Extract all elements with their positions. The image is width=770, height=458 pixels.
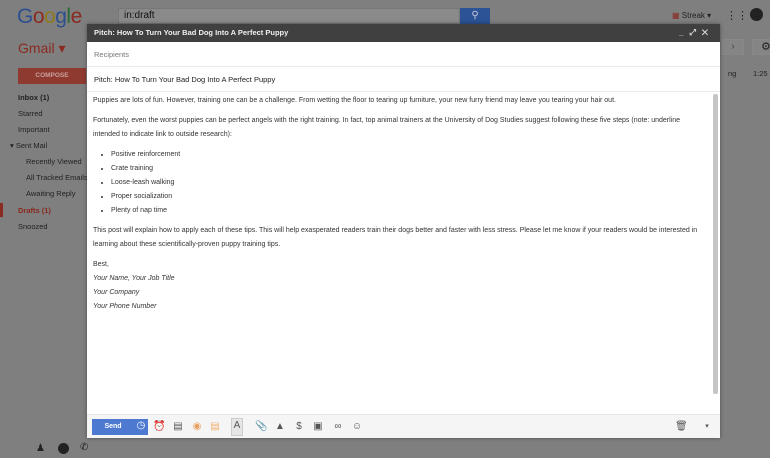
search-icon: ⚲ bbox=[471, 10, 479, 21]
sent-mail-label: Sent Mail bbox=[15, 141, 48, 150]
send-later-clock-icon[interactable]: ◷ bbox=[134, 419, 148, 435]
compose-titlebar[interactable]: Pitch: How To Turn Your Bad Dog Into A P… bbox=[87, 24, 720, 42]
compose-window: Pitch: How To Turn Your Bad Dog Into A P… bbox=[87, 24, 720, 438]
list-item: Positive reinforcement bbox=[111, 148, 708, 162]
template-icon[interactable]: ▤ bbox=[172, 420, 184, 434]
google-logo: Google bbox=[17, 5, 82, 28]
body-paragraph: Fortunately, even the worst puppies can … bbox=[93, 117, 681, 138]
steps-list: Positive reinforcement Crate training Lo… bbox=[111, 148, 708, 218]
avatar[interactable] bbox=[750, 8, 763, 21]
gmail-label: Gmail bbox=[18, 40, 55, 56]
recipients-field[interactable]: Recipients bbox=[87, 42, 720, 67]
signature: Best, Your Name, Your Job Title Your Com… bbox=[93, 258, 708, 314]
closing: Best, bbox=[93, 261, 109, 268]
streak-label: Streak bbox=[681, 11, 705, 20]
search-button[interactable]: ⚲ bbox=[460, 8, 490, 24]
settings-gear-icon[interactable]: ⚙ bbox=[752, 39, 770, 55]
list-item: Plenty of nap time bbox=[111, 204, 708, 218]
contacts-icon[interactable]: ♟ bbox=[36, 443, 45, 454]
link-icon[interactable]: ∞ bbox=[332, 420, 344, 434]
attach-icon[interactable]: 📎 bbox=[255, 420, 267, 434]
body-paragraph: Puppies are lots of fun. However, traini… bbox=[93, 97, 616, 104]
sig-name: Your Name, Your Job Title bbox=[93, 275, 175, 282]
sidebar-item-important[interactable]: Important bbox=[18, 125, 50, 134]
list-item: Crate training bbox=[111, 162, 708, 176]
sig-company: Your Company bbox=[93, 289, 140, 296]
list-item: Loose-leash walking bbox=[111, 176, 708, 190]
body-paragraph: This post will explain how to apply each… bbox=[93, 227, 698, 248]
streak-icon: ▦ bbox=[672, 11, 680, 20]
more-options-icon[interactable]: ▾ bbox=[701, 420, 713, 434]
drive-icon[interactable]: ▲ bbox=[274, 420, 286, 434]
alarm-icon[interactable]: ⏰ bbox=[153, 420, 165, 434]
phone-icon[interactable]: ✆ bbox=[80, 442, 88, 453]
sidebar-item-awaiting-reply[interactable]: Awaiting Reply bbox=[26, 189, 75, 198]
expand-icon[interactable]: ⤢ bbox=[689, 28, 701, 37]
sidebar-item-starred[interactable]: Starred bbox=[18, 109, 43, 118]
list-item: Proper socialization bbox=[111, 190, 708, 204]
compose-title: Pitch: How To Turn Your Bad Dog Into A P… bbox=[94, 28, 289, 37]
photo-icon[interactable]: ▣ bbox=[312, 420, 324, 434]
sidebar-item-sent-mail[interactable]: ▾ Sent Mail bbox=[10, 141, 47, 150]
search-input[interactable]: in:draft bbox=[118, 8, 460, 24]
next-page-button[interactable]: › bbox=[722, 39, 744, 55]
sidebar-item-snoozed[interactable]: Snoozed bbox=[18, 222, 48, 231]
compose-button[interactable]: COMPOSE bbox=[18, 68, 86, 84]
trash-icon[interactable]: 🗑 bbox=[675, 420, 688, 434]
sidebar-item-recently-viewed[interactable]: Recently Viewed bbox=[26, 157, 82, 166]
sidebar-item-inbox[interactable]: Inbox (1) bbox=[18, 93, 49, 102]
active-indicator bbox=[0, 203, 3, 217]
subject-field[interactable]: Pitch: How To Turn Your Bad Dog Into A P… bbox=[87, 67, 720, 92]
compose-toolbar: Send ◷ ⏰ ▤ ◉ ▤ A 📎 ▲ $ ▣ ∞ ☺ 🗑 ▾ bbox=[87, 414, 720, 438]
send-button[interactable]: Send bbox=[92, 419, 134, 435]
list-snippet: ng bbox=[728, 69, 737, 78]
minimize-icon[interactable]: _ bbox=[679, 28, 689, 37]
money-icon[interactable]: $ bbox=[293, 420, 305, 434]
formatting-icon[interactable]: A bbox=[231, 418, 243, 436]
sidebar-item-all-tracked[interactable]: All Tracked Emails bbox=[26, 173, 87, 182]
scrollbar[interactable] bbox=[713, 94, 718, 394]
snippet-icon[interactable]: ▤ bbox=[209, 420, 221, 434]
sidebar-item-drafts[interactable]: Drafts (1) bbox=[18, 206, 51, 215]
tracking-eye-icon[interactable]: ◉ bbox=[191, 420, 203, 434]
streak-menu[interactable]: ▦ Streak ▾ bbox=[672, 11, 711, 20]
list-time: 1:25 bbox=[753, 69, 768, 78]
emoji-icon[interactable]: ☺ bbox=[351, 420, 363, 434]
message-body[interactable]: Puppies are lots of fun. However, traini… bbox=[93, 94, 708, 412]
close-icon[interactable]: ✕ bbox=[702, 28, 714, 37]
gmail-menu[interactable]: Gmail ▾ bbox=[18, 40, 65, 57]
hangouts-icon[interactable] bbox=[58, 443, 69, 454]
sig-phone: Your Phone Number bbox=[93, 303, 157, 310]
